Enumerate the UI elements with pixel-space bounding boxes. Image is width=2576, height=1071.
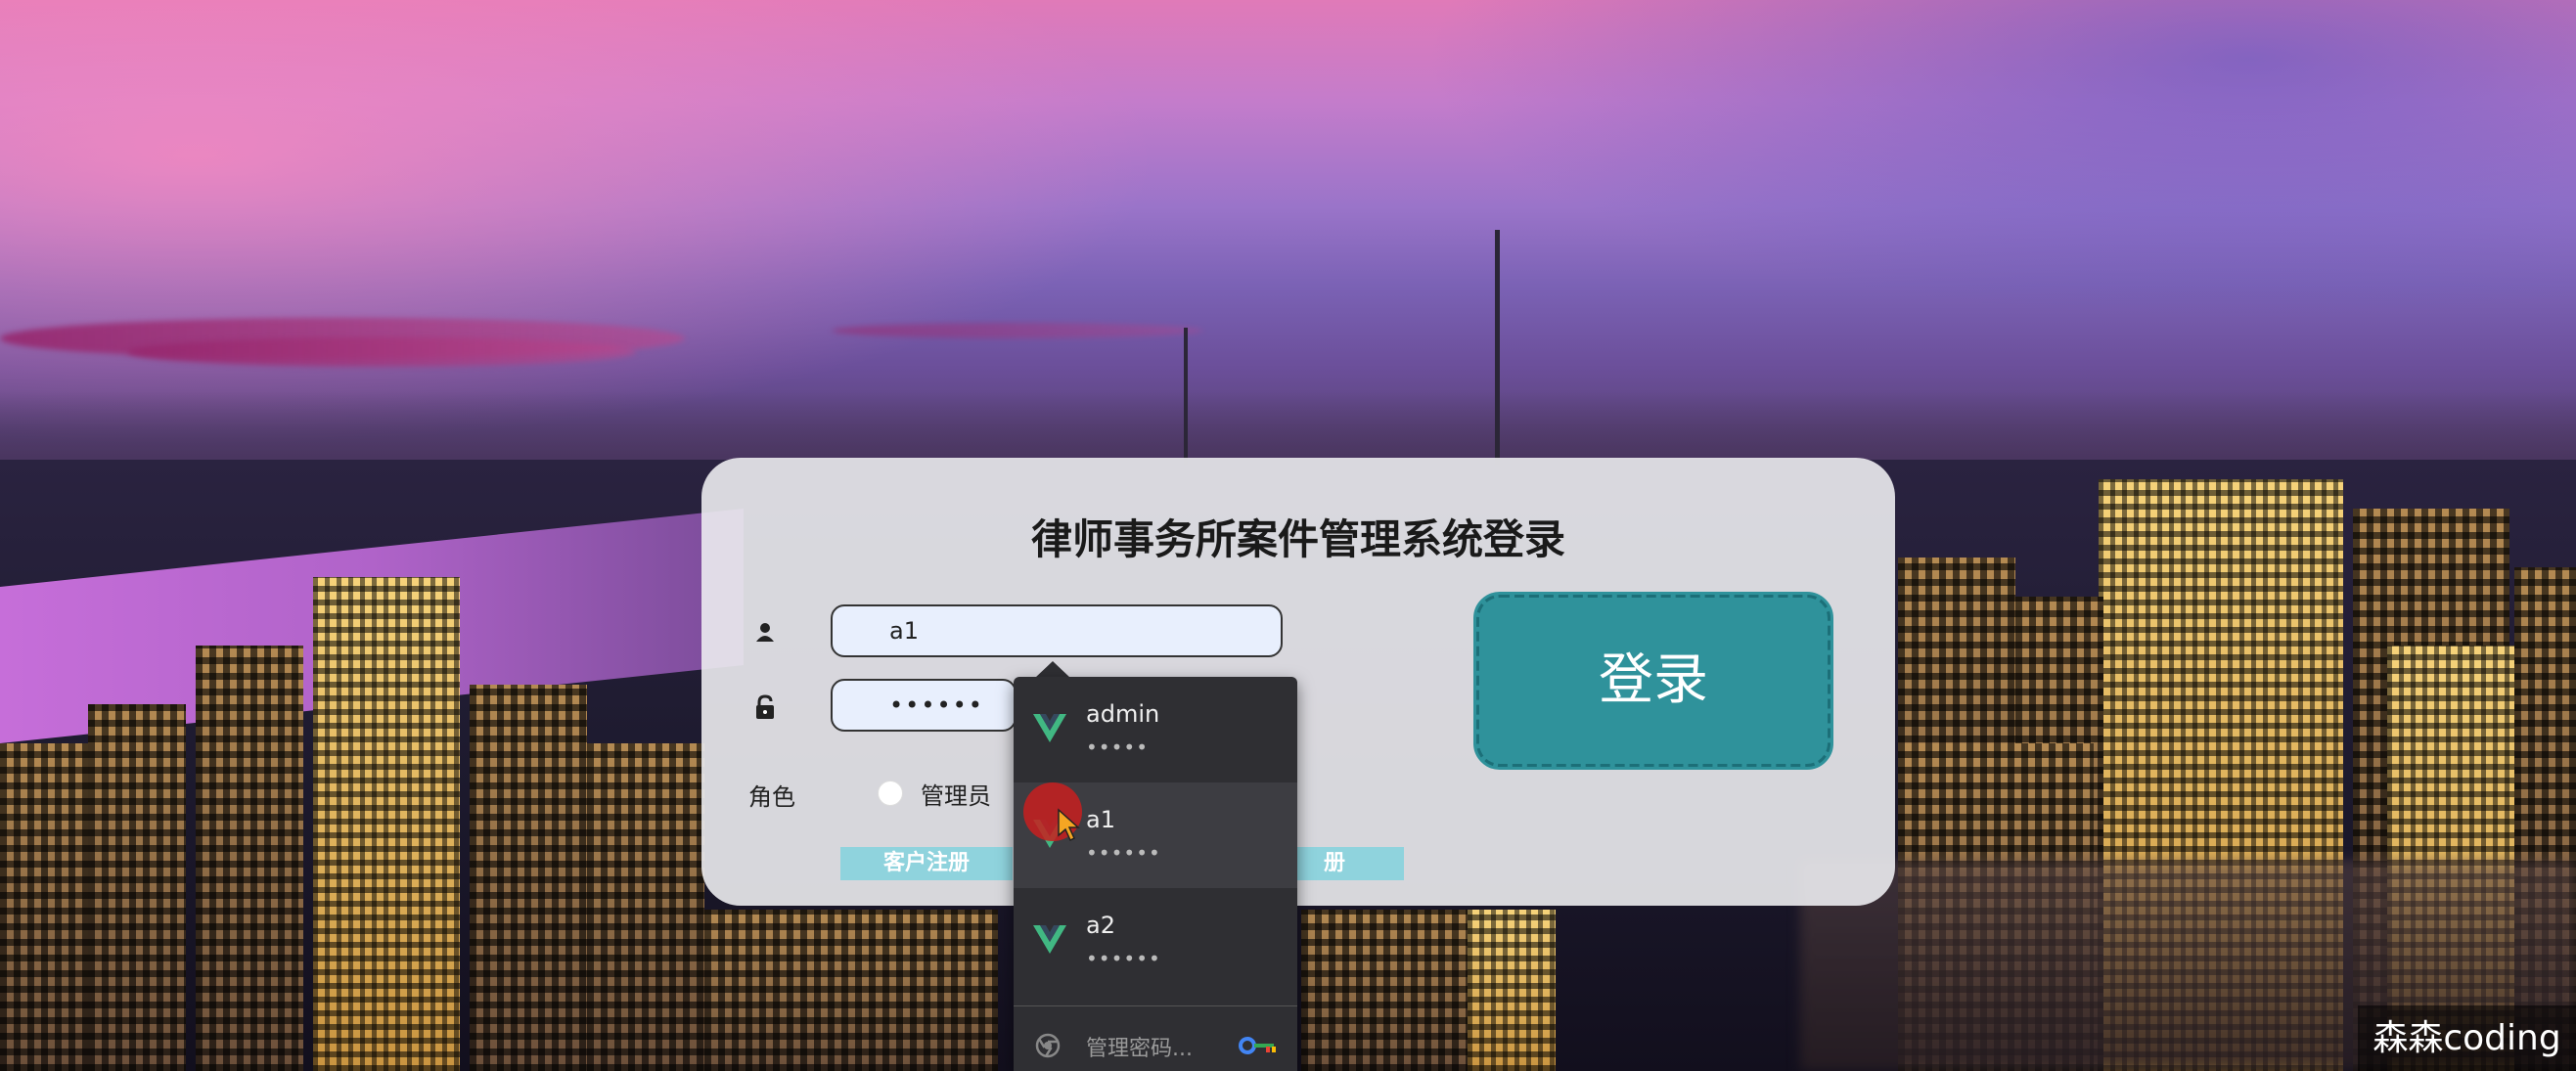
divider	[1014, 1005, 1297, 1006]
role-radio-admin[interactable]	[878, 781, 903, 806]
register-button[interactable]: 册	[1296, 847, 1404, 880]
manage-passwords-link[interactable]: 管理密码...	[1086, 1031, 1193, 1062]
username-input[interactable]: a1	[831, 604, 1283, 657]
vue-logo-icon	[1033, 925, 1066, 954]
autofill-password: •••••	[1086, 736, 1149, 759]
key-icon	[1239, 1037, 1276, 1054]
autofill-item[interactable]: a2 ••••••	[1014, 888, 1297, 994]
autofill-username: admin	[1086, 700, 1160, 728]
login-card: 律师事务所案件管理系统登录 a1 •••••• 角色 管理员 客户注册 册 登录	[701, 458, 1895, 906]
autofill-username: a1	[1086, 806, 1115, 833]
mouse-cursor-icon	[1058, 808, 1080, 842]
login-button[interactable]: 登录	[1473, 592, 1833, 770]
vue-logo-icon	[1033, 714, 1066, 742]
role-label: 角色	[748, 783, 795, 811]
page-title: 律师事务所案件管理系统登录	[1030, 515, 1565, 563]
lock-icon	[756, 694, 774, 719]
customer-register-button[interactable]: 客户注册	[840, 847, 1013, 880]
password-input[interactable]: ••••••	[831, 679, 1017, 732]
autofill-item[interactable]: admin •••••	[1014, 677, 1297, 782]
password-autofill-dropdown: admin ••••• a1 •••••• a2 •••••• 管理密码...	[1014, 677, 1297, 1071]
role-option-label: 管理员	[921, 782, 991, 810]
autofill-password: ••••••	[1086, 947, 1161, 970]
watermark: 森森coding	[2358, 1005, 2576, 1071]
autofill-username: a2	[1086, 912, 1115, 939]
dropdown-caret	[1035, 661, 1070, 678]
autofill-password: ••••••	[1086, 841, 1161, 865]
chrome-icon	[1035, 1033, 1061, 1058]
user-icon	[756, 623, 774, 642]
